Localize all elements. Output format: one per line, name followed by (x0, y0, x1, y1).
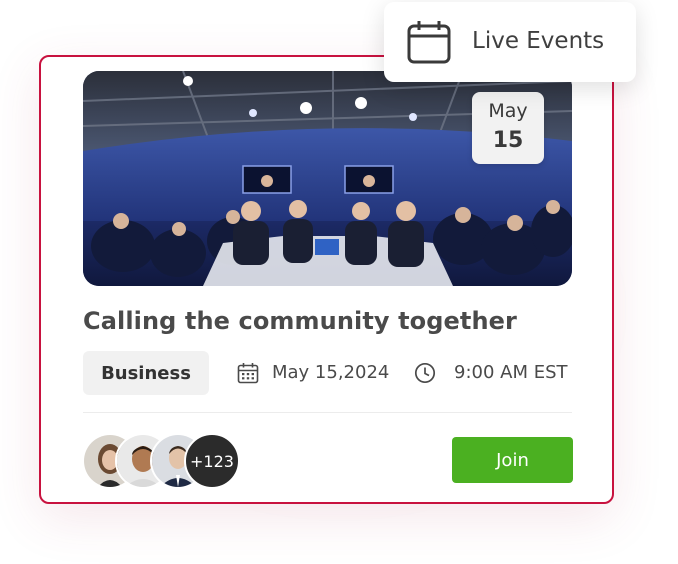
event-card[interactable]: May 15 Calling the community together Bu… (39, 55, 614, 504)
calendar-icon (406, 19, 452, 69)
attendee-avatars[interactable]: +123 (82, 433, 252, 489)
event-time: 9:00 AM EST (454, 362, 568, 383)
divider (83, 412, 572, 413)
calendar-icon (237, 362, 259, 388)
date-badge-day: 15 (492, 127, 524, 153)
join-button[interactable]: Join (452, 437, 573, 483)
date-badge: May 15 (472, 92, 544, 164)
category-tag[interactable]: Business (83, 351, 209, 395)
live-events-badge[interactable]: Live Events (384, 2, 636, 82)
date-badge-month: May (488, 99, 528, 122)
event-meta: Business May 15,2024 9:00 AM EST (83, 351, 583, 395)
event-date: May 15,2024 (272, 362, 390, 383)
clock-icon (414, 362, 436, 388)
event-title[interactable]: Calling the community together (83, 307, 517, 335)
attendees-more-count[interactable]: +123 (184, 433, 240, 489)
live-events-label: Live Events (472, 28, 605, 54)
